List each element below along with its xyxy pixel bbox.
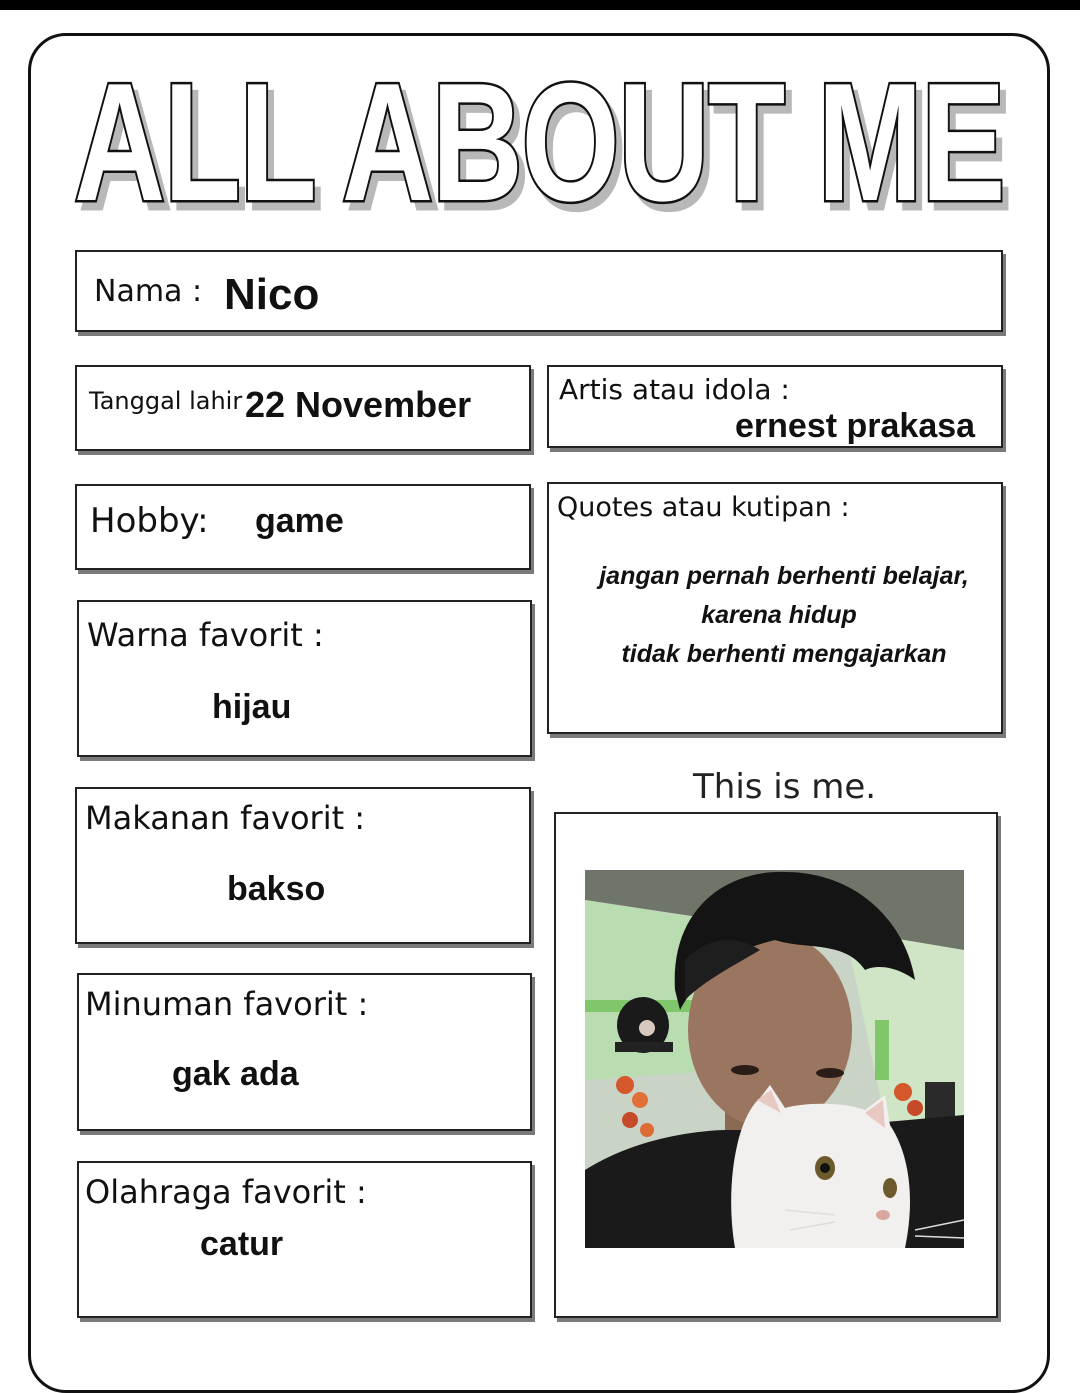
birthdate-value: 22 November [245, 384, 472, 425]
selfie-photo [585, 870, 964, 1248]
top-bar [0, 0, 1080, 10]
drink-label: Minuman favorit : [85, 985, 369, 1023]
name-value: Nico [224, 270, 320, 319]
color-value: hijau [212, 688, 292, 726]
photo-caption: This is me. [693, 767, 877, 807]
color-label: Warna favorit : [87, 616, 324, 654]
drink-value: gak ada [172, 1055, 299, 1093]
name-label: Nama : [94, 274, 203, 309]
name-box: Nama : Nico [75, 250, 1003, 332]
quote-line-3: tidak berhenti mengajarkan [621, 640, 947, 668]
idol-label: Artis atau idola : [559, 373, 790, 406]
color-box: Warna favorit : hijau [77, 600, 532, 757]
idol-value: ernest prakasa [735, 407, 976, 445]
quote-text: jangan pernah berhenti belajar, karena h… [549, 557, 1019, 674]
sport-box: Olahraga favorit : catur [77, 1161, 532, 1318]
quote-line-1: jangan pernah berhenti belajar, [599, 562, 969, 590]
hobby-label: Hobby: [90, 501, 209, 541]
svg-text:ALL ABOUT ME: ALL ABOUT ME [74, 62, 1004, 222]
food-label: Makanan favorit : [85, 799, 366, 837]
sport-label: Olahraga favorit : [85, 1173, 367, 1211]
food-value: bakso [227, 870, 326, 908]
quote-line-2: karena hidup [701, 601, 857, 629]
idol-box: Artis atau idola : ernest prakasa [547, 365, 1003, 448]
quotes-label: Quotes atau kutipan : [557, 492, 850, 523]
birthdate-box: Tanggal lahir 22 November [75, 365, 531, 451]
hobby-value: game [255, 502, 344, 540]
drink-box: Minuman favorit : gak ada [77, 973, 532, 1131]
quotes-box: Quotes atau kutipan : jangan pernah berh… [547, 482, 1003, 734]
sport-value: catur [200, 1225, 284, 1263]
food-box: Makanan favorit : bakso [75, 787, 531, 944]
hobby-box: Hobby: game [75, 484, 531, 570]
birthdate-label: Tanggal lahir [89, 387, 243, 415]
page-title: ALL ABOUT ME ALL ABOUT ME [70, 62, 1020, 222]
